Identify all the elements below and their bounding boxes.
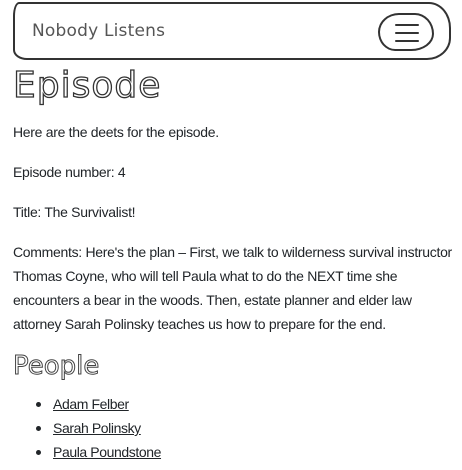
intro-text: Here are the deets for the episode.	[13, 124, 219, 140]
page-title: Episode	[12, 64, 162, 106]
person-link-paula-poundstone[interactable]: Paula Poundstone	[53, 444, 161, 460]
bullet-icon	[36, 450, 41, 455]
bullet-icon	[36, 426, 41, 431]
hamburger-menu-icon	[395, 24, 419, 26]
people-heading: People	[12, 351, 100, 382]
brand-link[interactable]: Nobody Listens	[32, 21, 165, 41]
list-item: Sarah Polinsky	[36, 416, 161, 440]
list-item: Paula Poundstone	[36, 440, 161, 464]
episode-title: Title: The Survivalist!	[13, 204, 136, 220]
episode-comments: Comments: Here's the plan – First, we ta…	[13, 244, 452, 332]
episode-number: Episode number: 4	[13, 164, 126, 180]
list-item: Adam Felber	[36, 392, 161, 416]
bullet-icon	[36, 402, 41, 407]
navbar: Nobody Listens	[13, 2, 451, 60]
person-link-adam-felber[interactable]: Adam Felber	[53, 396, 129, 412]
menu-toggle-button[interactable]	[378, 13, 434, 51]
people-list: Adam Felber Sarah Polinsky Paula Poundst…	[13, 392, 161, 464]
person-link-sarah-polinsky[interactable]: Sarah Polinsky	[53, 420, 141, 436]
